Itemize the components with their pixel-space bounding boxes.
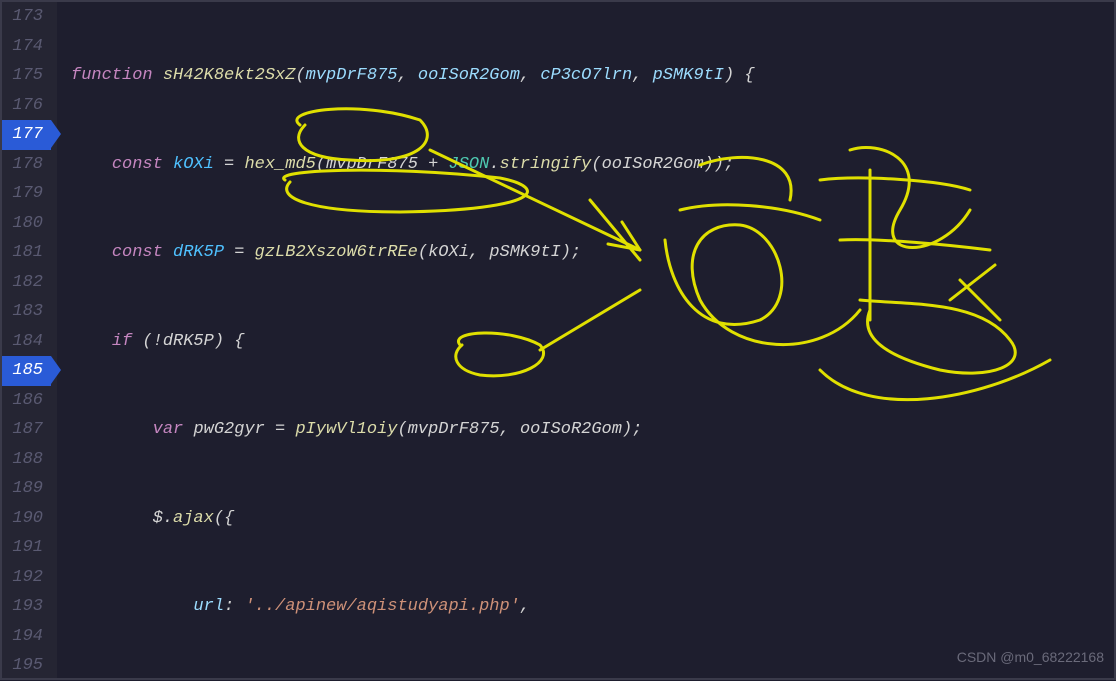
line-number[interactable]: 180 [2, 209, 51, 239]
line-number[interactable]: 184 [2, 327, 51, 357]
line-number[interactable]: 193 [2, 592, 51, 622]
line-number[interactable]: 173 [2, 2, 51, 32]
line-number[interactable]: 194 [2, 622, 51, 652]
code-line: const dRK5P = gzLB2XszoW6trREe(kOXi, pSM… [71, 238, 1114, 268]
code-line: $.ajax({ [71, 504, 1114, 534]
line-number[interactable]: 178 [2, 150, 51, 180]
line-number[interactable]: 190 [2, 504, 51, 534]
line-number[interactable]: 182 [2, 268, 51, 298]
code-line: const kOXi = hex_md5(mvpDrF875 + JSON.st… [71, 150, 1114, 180]
line-number[interactable]: 186 [2, 386, 51, 416]
line-number[interactable]: 176 [2, 91, 51, 121]
line-number[interactable]: 189 [2, 474, 51, 504]
line-number[interactable]: 192 [2, 563, 51, 593]
line-number[interactable]: 185 [2, 356, 51, 386]
code-line: url: '../apinew/aqistudyapi.php', [71, 592, 1114, 622]
line-number[interactable]: 187 [2, 415, 51, 445]
line-number[interactable]: 188 [2, 445, 51, 475]
line-number[interactable]: 195 [2, 651, 51, 681]
line-number[interactable]: 191 [2, 533, 51, 563]
line-number[interactable]: 174 [2, 32, 51, 62]
line-number[interactable]: 175 [2, 61, 51, 91]
line-number-gutter: 1731741751761771781791801811821831841851… [2, 2, 57, 678]
line-number[interactable]: 177 [2, 120, 51, 150]
code-editor: 1731741751761771781791801811821831841851… [0, 0, 1116, 680]
line-number[interactable]: 183 [2, 297, 51, 327]
code-line: function sH42K8ekt2SxZ(mvpDrF875, ooISoR… [71, 61, 1114, 91]
code-area[interactable]: function sH42K8ekt2SxZ(mvpDrF875, ooISoR… [57, 2, 1114, 678]
code-line: if (!dRK5P) { [71, 327, 1114, 357]
code-line: var pwG2gyr = pIywVl1oiy(mvpDrF875, ooIS… [71, 415, 1114, 445]
line-number[interactable]: 179 [2, 179, 51, 209]
line-number[interactable]: 181 [2, 238, 51, 268]
